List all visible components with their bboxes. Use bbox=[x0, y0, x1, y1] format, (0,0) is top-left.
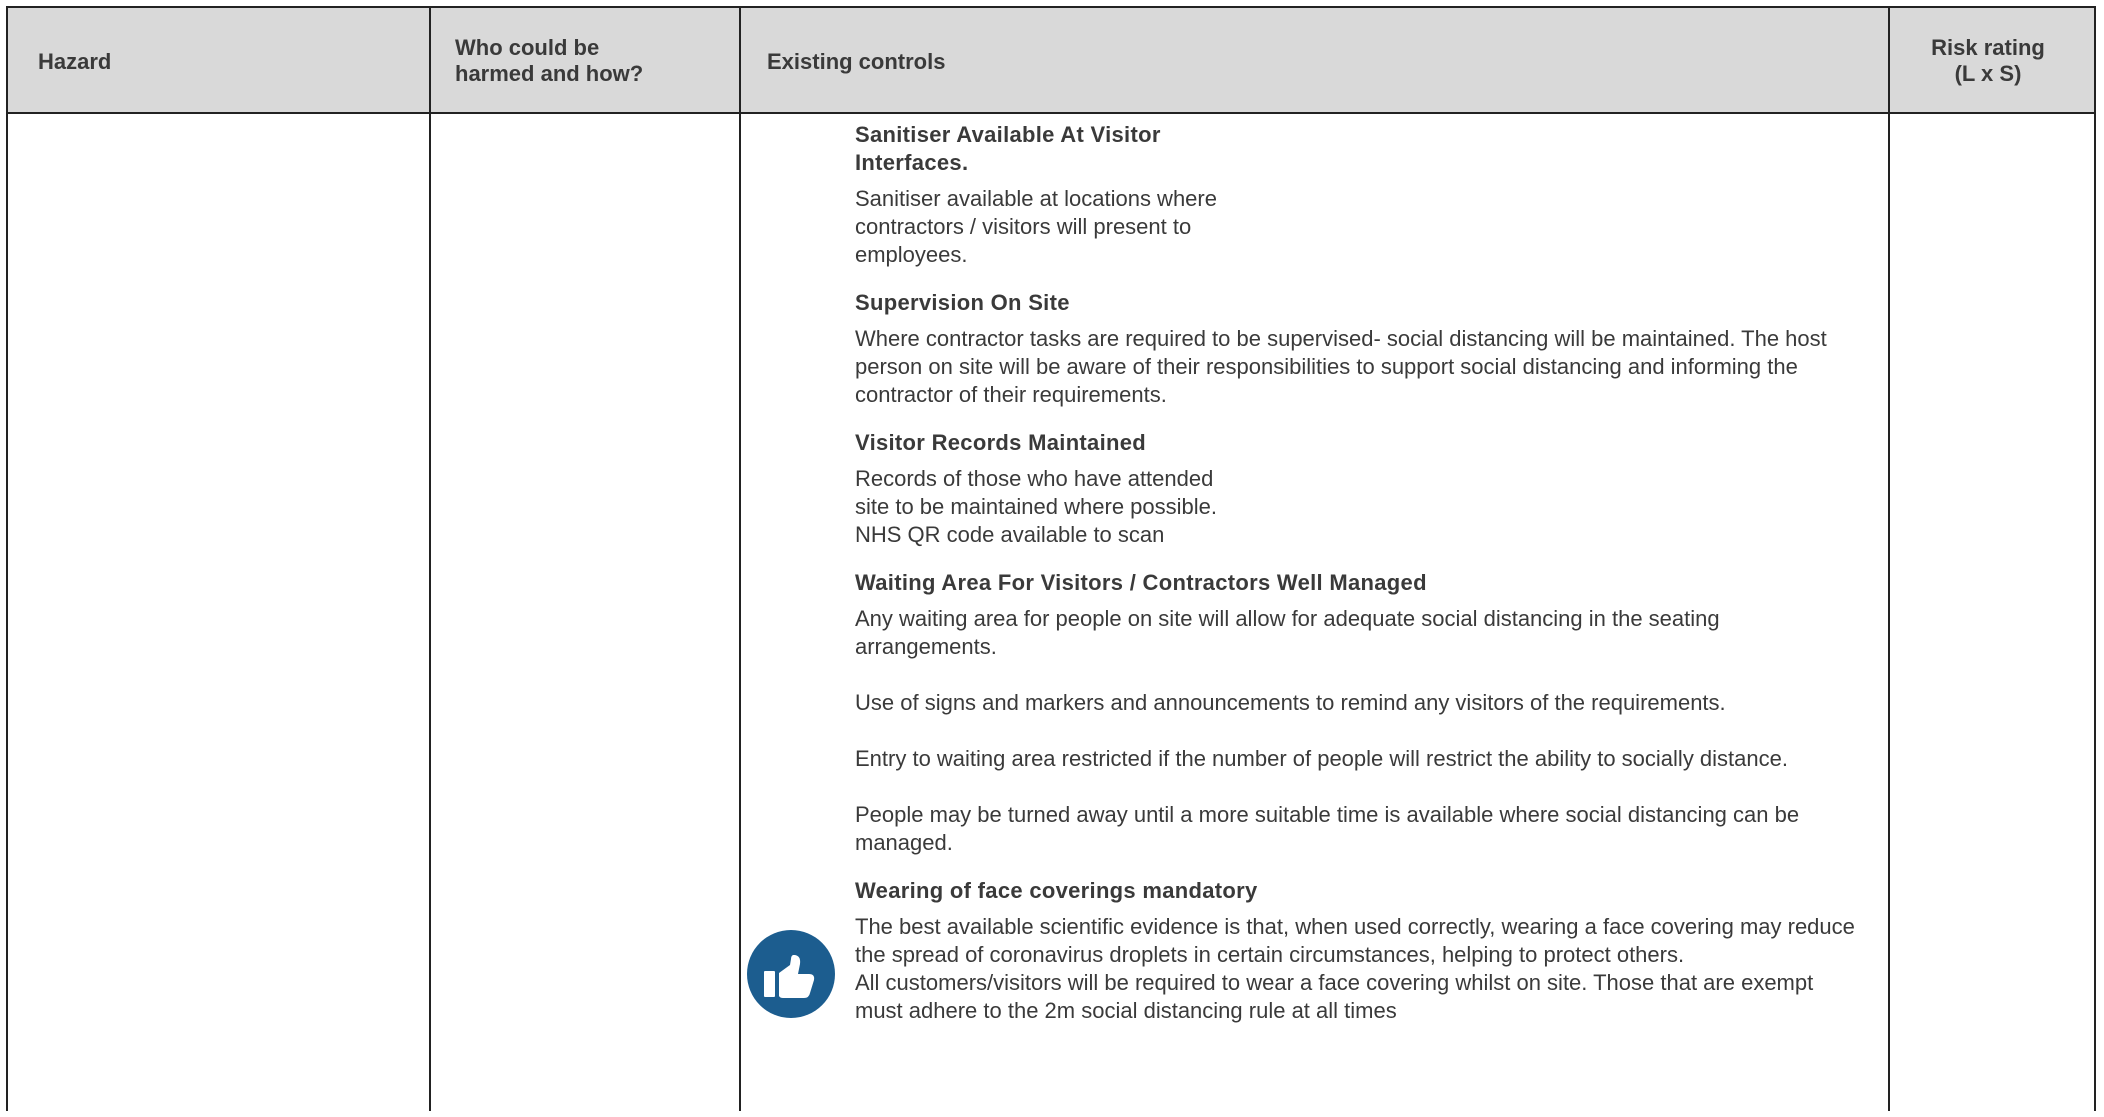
control-text: Entry to waiting area restricted if the … bbox=[855, 746, 1788, 771]
control-text: People may be turned away until a more s… bbox=[855, 802, 1800, 855]
control-text: Where contractor tasks are required to b… bbox=[855, 326, 1827, 407]
control-text: Records of those who have attended site … bbox=[855, 466, 1217, 547]
column-divider bbox=[1888, 8, 1890, 1111]
control-title: Wearing of face coverings mandatory bbox=[855, 878, 1258, 903]
control-text: The best available scientific evidence i… bbox=[855, 914, 1855, 1023]
header-risk-rating: Risk rating (L x S) bbox=[1931, 35, 2045, 86]
control-item: Supervision On Site Where contractor tas… bbox=[855, 289, 1865, 409]
control-title: Visitor Records Maintained bbox=[855, 430, 1147, 455]
control-text: Sanitiser available at locations where c… bbox=[855, 186, 1217, 267]
column-divider bbox=[739, 8, 741, 1111]
control-text: Use of signs and markers and announcemen… bbox=[855, 690, 1726, 715]
control-text: Any waiting area for people on site will… bbox=[855, 606, 1720, 659]
header-existing-controls: Existing controls bbox=[767, 49, 946, 74]
table-header-row: Hazard Who could be harmed and how? Exis… bbox=[8, 8, 2094, 114]
control-title: Waiting Area For Visitors / Contractors … bbox=[855, 570, 1427, 595]
column-divider bbox=[429, 8, 431, 1111]
control-item: Visitor Records Maintained Records of th… bbox=[855, 429, 1865, 549]
control-item: Wearing of face coverings mandatory The … bbox=[855, 877, 1865, 1025]
control-item: Waiting Area For Visitors / Contractors … bbox=[855, 569, 1865, 857]
control-title: Supervision On Site bbox=[855, 290, 1070, 315]
thumbs-up-icon bbox=[747, 930, 835, 1018]
existing-controls-cell: Sanitiser Available At Visitor Interface… bbox=[855, 121, 1865, 1045]
control-item: Sanitiser Available At Visitor Interface… bbox=[855, 121, 1865, 269]
header-hazard: Hazard bbox=[38, 49, 112, 74]
control-title: Sanitiser Available At Visitor Interface… bbox=[855, 122, 1161, 175]
header-who-harmed: Who could be harmed and how? bbox=[455, 35, 644, 86]
